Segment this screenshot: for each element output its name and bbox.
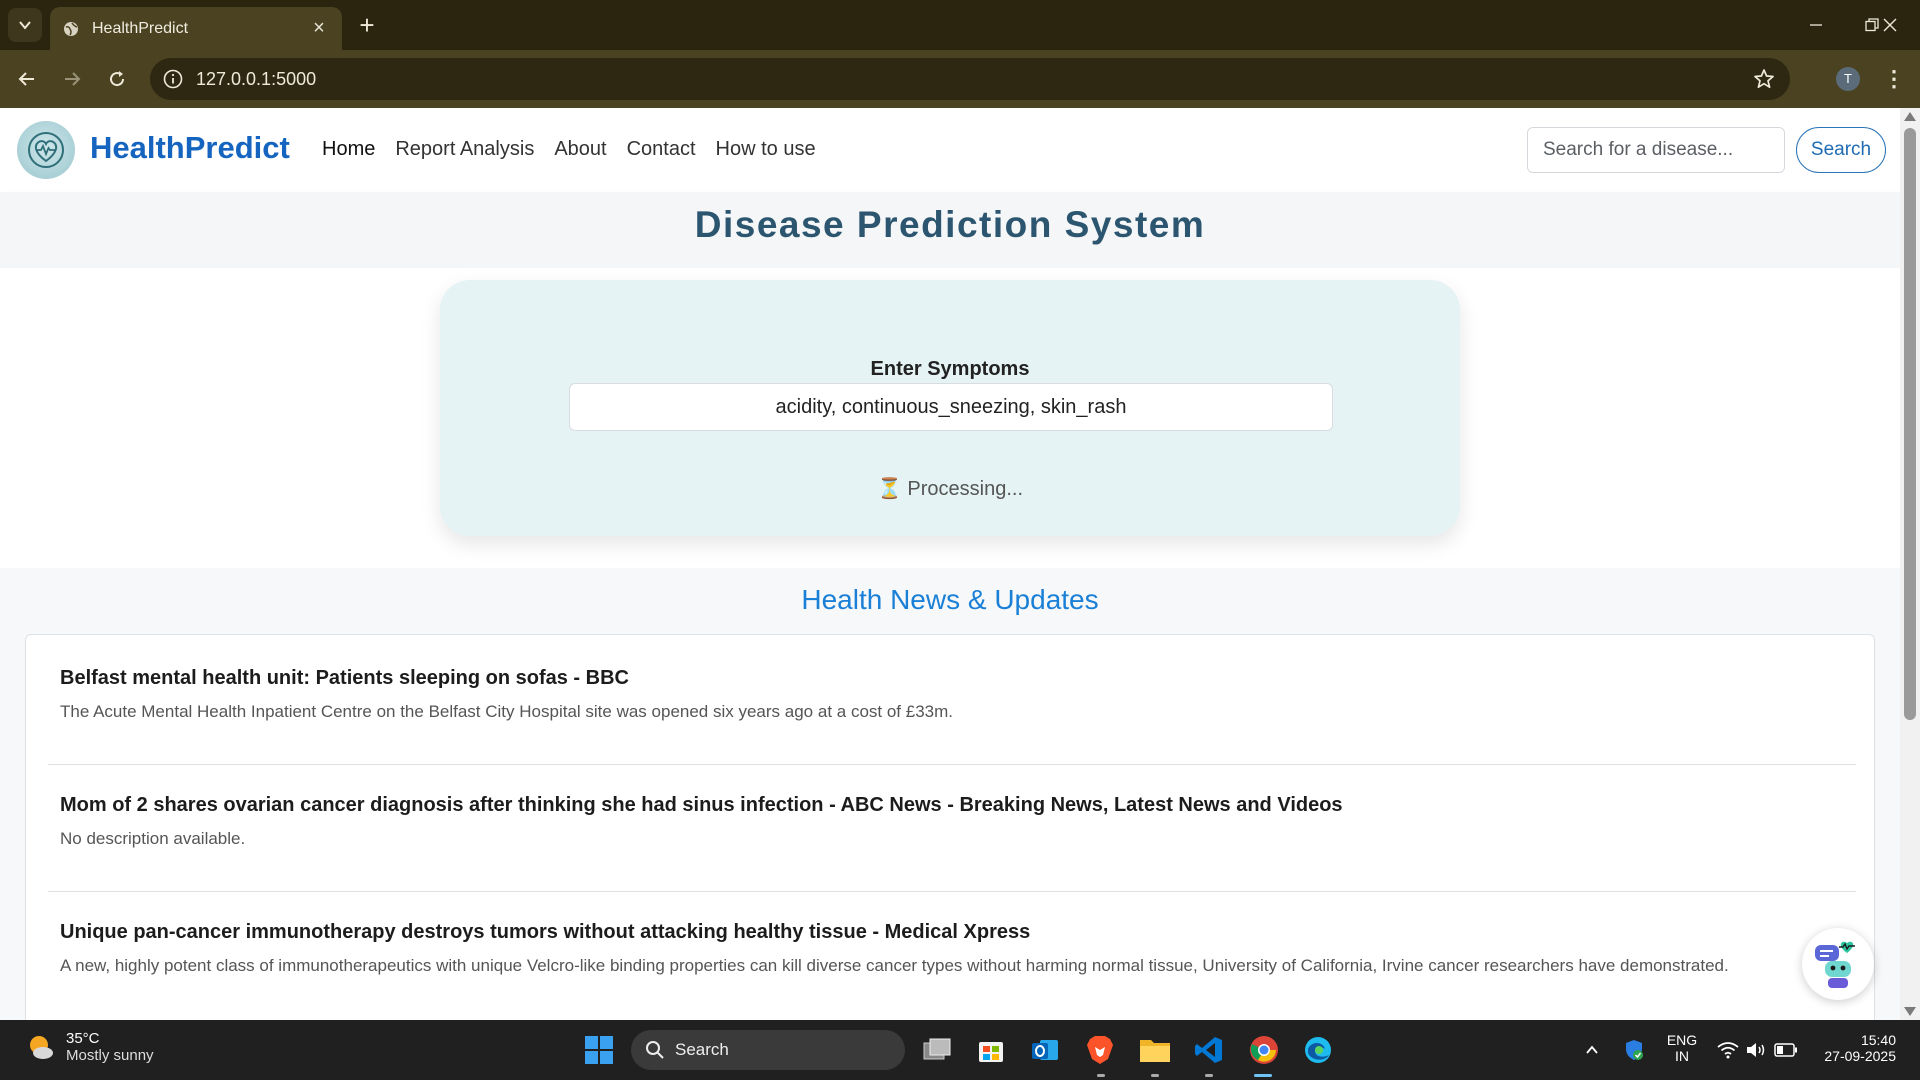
reload-button[interactable] [102, 64, 132, 94]
active-indicator [1254, 1074, 1272, 1077]
chatbot-button[interactable] [1802, 928, 1874, 1000]
microsoft-store-icon[interactable] [973, 1032, 1009, 1068]
windows-logo-icon [585, 1036, 613, 1064]
browser-toolbar: 127.0.0.1:5000 T ⋮ [0, 50, 1920, 108]
taskbar-search[interactable]: Search [631, 1030, 905, 1070]
file-explorer-icon[interactable] [1137, 1032, 1173, 1068]
news-description: No description available. [60, 829, 246, 848]
windows-taskbar: 35°C Mostly sunny Search ENG IN 15:40 27… [0, 1020, 1920, 1080]
news-title[interactable]: Belfast mental health unit: Patients sle… [60, 667, 629, 690]
search-button[interactable]: Search [1796, 127, 1886, 173]
reload-icon [110, 71, 125, 87]
news-divider [48, 891, 1856, 892]
security-shield-icon[interactable] [1616, 1032, 1652, 1068]
arrow-right-icon [65, 72, 81, 86]
weather-condition: Mostly sunny [66, 1047, 154, 1064]
chevron-up-icon[interactable] [1574, 1032, 1610, 1068]
heading-band: Disease Prediction System [0, 192, 1900, 268]
minimize-icon [1810, 24, 1822, 26]
edge-icon[interactable] [1300, 1032, 1336, 1068]
tab-close-icon[interactable]: × [308, 17, 330, 40]
search-icon [646, 1041, 664, 1059]
battery-icon[interactable] [1768, 1032, 1804, 1068]
browser-tab-bar: HealthPredict × + [0, 0, 1920, 50]
brand-name[interactable]: HealthPredict [90, 130, 290, 166]
clock[interactable]: 15:40 27-09-2025 [1810, 1032, 1906, 1064]
language-indicator[interactable]: ENG IN [1660, 1032, 1704, 1064]
page-viewport: HealthPredict Home Report Analysis About… [0, 108, 1900, 1020]
scroll-up-arrow-icon[interactable] [1904, 112, 1916, 121]
nav-about[interactable]: About [554, 138, 606, 161]
clock-time: 15:40 [1860, 1032, 1896, 1048]
vscode-icon[interactable] [1191, 1032, 1227, 1068]
brave-browser-icon[interactable] [1082, 1032, 1118, 1068]
processing-status: ⏳ Processing... [440, 476, 1460, 501]
address-bar[interactable]: 127.0.0.1:5000 [150, 58, 1790, 100]
nav-home[interactable]: Home [322, 138, 375, 161]
chevron-down-icon [19, 21, 31, 30]
hourglass-icon: ⏳ [876, 478, 902, 500]
nav-contact[interactable]: Contact [627, 138, 696, 161]
close-window-icon-wrap[interactable] [1870, 10, 1910, 40]
symptoms-label: Enter Symptoms [870, 358, 1030, 380]
news-divider [48, 764, 1856, 765]
outlook-icon[interactable] [1027, 1032, 1063, 1068]
page-scrollbar[interactable] [1900, 108, 1920, 1020]
taskbar-search-label: Search [675, 1040, 729, 1059]
tab-search-button[interactable] [8, 8, 42, 42]
back-button[interactable] [12, 64, 42, 94]
clock-date: 27-09-2025 [1824, 1048, 1896, 1064]
site-info-icon[interactable] [162, 68, 184, 90]
running-indicator [1097, 1074, 1105, 1077]
nav-how-to-use[interactable]: How to use [716, 138, 816, 161]
news-section-title: Health News & Updates [801, 584, 1099, 615]
heartbeat-logo-icon[interactable] [17, 121, 75, 179]
browser-menu-icon[interactable]: ⋮ [1882, 64, 1906, 94]
disease-search-input[interactable] [1527, 127, 1785, 173]
arrow-left-icon [18, 72, 34, 86]
news-list: Belfast mental health unit: Patients sle… [25, 634, 1875, 1020]
scroll-down-arrow-icon[interactable] [1904, 1007, 1916, 1016]
browser-tab[interactable]: HealthPredict × [50, 7, 342, 50]
site-navbar: HealthPredict Home Report Analysis About… [0, 108, 1900, 192]
close-icon [1883, 18, 1897, 32]
page-title: Disease Prediction System [694, 204, 1206, 245]
symptom-card: Enter Symptoms acidity, continuous_sneez… [440, 280, 1460, 536]
tab-title: HealthPredict [92, 19, 189, 37]
forward-button[interactable] [57, 64, 87, 94]
main-nav: Home Report Analysis About Contact How t… [322, 138, 816, 161]
language-code: ENG [1666, 1032, 1698, 1048]
sun-cloud-icon [30, 1036, 53, 1059]
symptoms-input[interactable]: acidity, continuous_sneezing, skin_rash [569, 383, 1333, 431]
processing-text: Processing... [907, 478, 1024, 500]
chatbot-robot-icon [1815, 941, 1855, 988]
news-description: A new, highly potent class of immunother… [60, 956, 1729, 975]
running-indicator [1151, 1074, 1159, 1077]
scrollbar-thumb[interactable] [1904, 128, 1916, 720]
weather-widget[interactable]: 35°C Mostly sunny [26, 1030, 154, 1064]
new-tab-button[interactable]: + [352, 10, 382, 40]
url-text: 127.0.0.1:5000 [196, 69, 317, 89]
nav-report-analysis[interactable]: Report Analysis [395, 138, 534, 161]
globe-icon [62, 20, 80, 38]
weather-temperature: 35°C [66, 1030, 100, 1047]
news-title[interactable]: Mom of 2 shares ovarian cancer diagnosis… [60, 794, 1343, 817]
minimize-button[interactable] [1796, 10, 1836, 40]
chrome-icon[interactable] [1246, 1032, 1282, 1068]
news-title[interactable]: Unique pan-cancer immunotherapy destroys… [60, 921, 1030, 944]
running-indicator [1205, 1074, 1213, 1077]
news-description: The Acute Mental Health Inpatient Centre… [60, 702, 953, 721]
profile-avatar[interactable]: T [1836, 67, 1860, 91]
task-view-icon[interactable] [919, 1032, 955, 1068]
region-code: IN [1675, 1048, 1689, 1064]
start-button[interactable] [581, 1032, 617, 1068]
bookmark-star-icon[interactable] [1752, 67, 1776, 91]
